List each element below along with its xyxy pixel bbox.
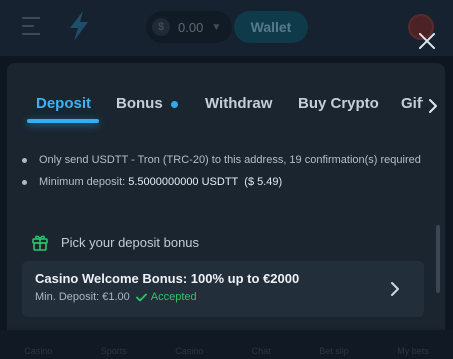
wallet-modal: Deposit Bonus Withdraw Buy Crypto Gift O…: [7, 63, 445, 359]
minimum-deposit-fiat: ($ 5.49): [244, 176, 283, 188]
nav-item[interactable]: Bet slip: [319, 346, 349, 356]
close-icon[interactable]: [416, 30, 438, 52]
active-tab-indicator: [27, 119, 99, 123]
bonus-details: Min. Deposit: €1.00 Accepted: [35, 291, 197, 303]
tab-bonus[interactable]: Bonus: [116, 95, 163, 112]
bonus-status-label: Accepted: [150, 291, 197, 303]
bonus-title: Casino Welcome Bonus: 100% up to €2000: [35, 271, 300, 286]
info-line: Minimum deposit: 5.5000000000 USDTT ($ 5…: [21, 171, 421, 193]
gift-icon: [32, 235, 48, 251]
logo-bolt-icon[interactable]: [66, 10, 92, 42]
tab-gift[interactable]: Gift: [401, 95, 423, 112]
bonus-option-card[interactable]: Casino Welcome Bonus: 100% up to €2000 M…: [22, 261, 424, 317]
deposit-info: Only send USDTT - Tron (TRC-20) to this …: [21, 149, 421, 193]
info-line: Only send USDTT - Tron (TRC-20) to this …: [21, 149, 421, 171]
menu-icon[interactable]: [22, 17, 40, 37]
tab-deposit[interactable]: Deposit: [36, 95, 91, 112]
bonus-notification-badge: [171, 101, 178, 108]
chevron-right-icon[interactable]: [427, 98, 439, 114]
nav-item[interactable]: Chat: [252, 346, 271, 356]
bonus-heading-label: Pick your deposit bonus: [61, 234, 200, 250]
bonus-min-deposit: Min. Deposit: €1.00: [35, 291, 130, 303]
network-notice: Only send USDTT - Tron (TRC-20) to this …: [39, 154, 421, 166]
bullet: [22, 157, 27, 163]
bottom-nav: Casino Sports Casino Chat Bet slip My be…: [0, 330, 453, 359]
tab-buy-crypto[interactable]: Buy Crypto: [298, 95, 379, 112]
balance-selector[interactable]: $ 0.00 ▼: [146, 11, 232, 43]
bonus-status: Accepted: [135, 291, 197, 303]
bullet: [22, 179, 27, 185]
minimum-deposit-label: Minimum deposit:: [39, 176, 126, 188]
wallet-button[interactable]: Wallet: [234, 11, 308, 43]
nav-item[interactable]: My bets: [397, 346, 429, 356]
coin-icon: $: [152, 18, 170, 36]
chevron-right-icon: [391, 282, 399, 296]
chevron-down-icon: ▼: [211, 21, 222, 33]
minimum-deposit-amount: 5.5000000000 USDTT: [128, 176, 239, 188]
scrollbar[interactable]: [436, 225, 440, 293]
balance-amount: 0.00: [178, 19, 204, 35]
nav-item[interactable]: Casino: [175, 346, 203, 356]
bonus-section-heading: Pick your deposit bonus: [31, 232, 199, 252]
app-header: $ 0.00 ▼ Wallet: [0, 0, 453, 56]
nav-item[interactable]: Casino: [24, 346, 52, 356]
nav-item[interactable]: Sports: [101, 346, 127, 356]
tab-withdraw[interactable]: Withdraw: [205, 95, 272, 112]
check-icon: [135, 293, 147, 301]
